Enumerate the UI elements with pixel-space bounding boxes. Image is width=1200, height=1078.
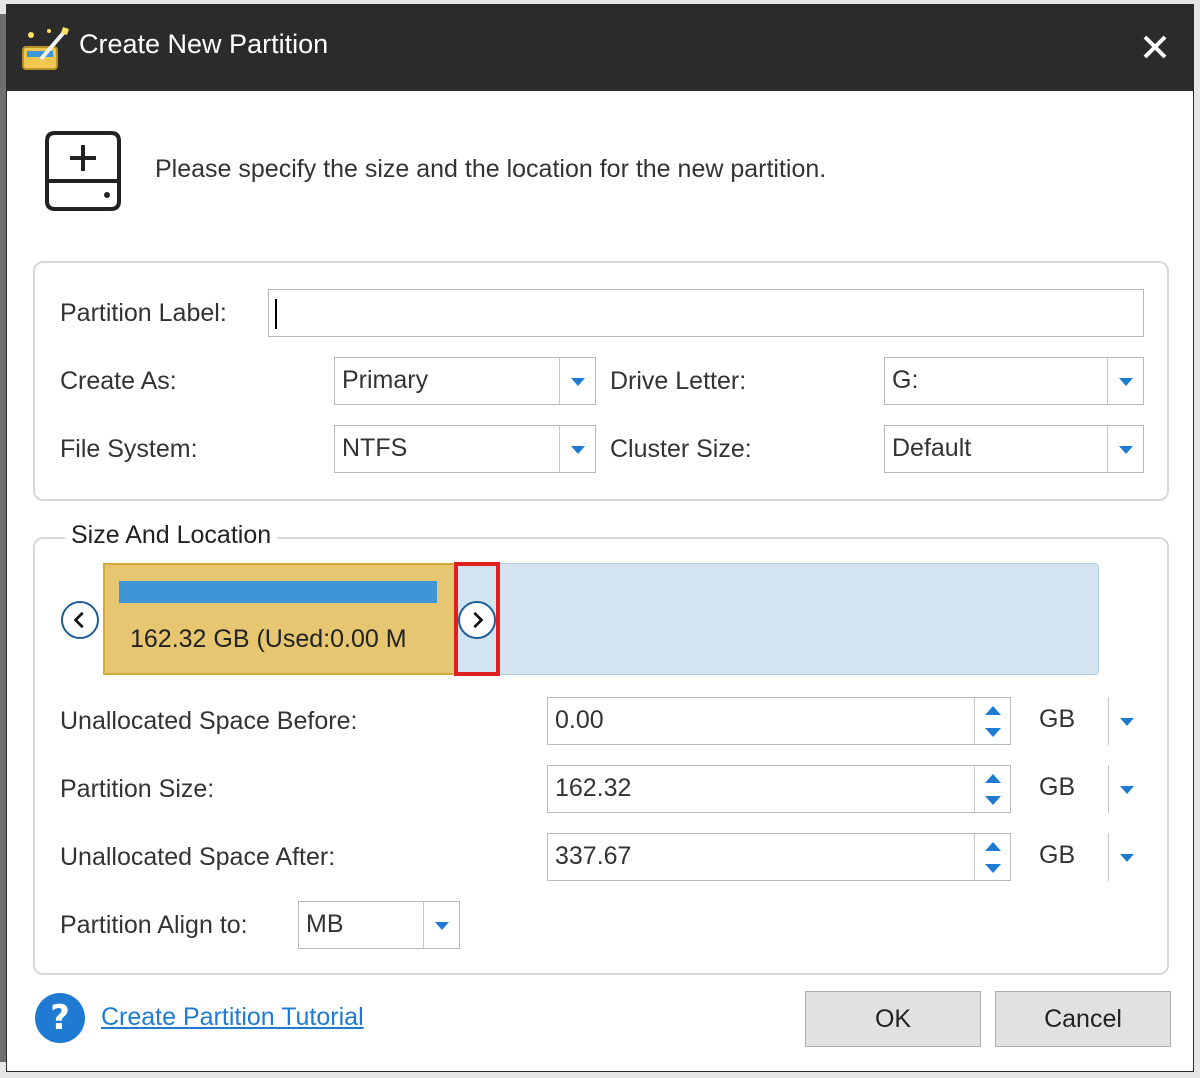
close-icon[interactable] [1131, 23, 1179, 71]
size-location-legend: Size And Location [65, 521, 278, 550]
unit-value: GB [1039, 841, 1076, 869]
chevron-down-icon [570, 446, 585, 454]
cancel-button[interactable]: Cancel [995, 991, 1171, 1047]
arrow-up-icon [984, 841, 1001, 851]
chevron-down-icon [570, 378, 585, 386]
partition-wizard-icon [22, 27, 69, 70]
chevron-down-icon [1118, 378, 1133, 386]
chevron-down-icon [1119, 718, 1134, 726]
arrow-down-icon [984, 727, 1001, 737]
unallocated-before-spinner [974, 698, 1010, 744]
drive-letter-select[interactable]: G: [884, 357, 1144, 405]
cluster-size-select[interactable]: Default [884, 425, 1144, 473]
create-as-select[interactable]: Primary [334, 357, 596, 405]
decrement-button[interactable] [975, 857, 1010, 880]
unit-value: GB [1039, 773, 1076, 801]
dialog-title: Create New Partition [79, 29, 329, 59]
unallocated-before-unit-select[interactable]: GB [1031, 697, 1144, 745]
text-caret [275, 299, 277, 329]
increment-button[interactable] [975, 698, 1010, 721]
chevron-down-icon [1119, 854, 1134, 862]
partition-label-input[interactable] [268, 289, 1144, 337]
chevron-down-icon [1118, 446, 1133, 454]
cluster-size-value: Default [892, 434, 972, 462]
ok-button[interactable]: OK [805, 991, 981, 1047]
chevron-right-icon[interactable] [458, 601, 496, 639]
partition-align-select[interactable]: MB [298, 901, 460, 949]
chevron-down-icon [434, 922, 449, 930]
file-system-caption: File System: [60, 435, 198, 463]
tutorial-link[interactable]: Create Partition Tutorial [101, 1003, 364, 1032]
unit-dropdown-button[interactable] [1108, 833, 1144, 881]
usage-bar [119, 581, 437, 603]
header-instruction: Please specify the size and the location… [155, 155, 827, 183]
unallocated-after-caption: Unallocated Space After: [60, 843, 336, 871]
arrow-down-icon [984, 863, 1001, 873]
partition-label-caption: Partition Label: [60, 299, 227, 327]
unallocated-before-value: 0.00 [555, 706, 604, 734]
decrement-button[interactable] [975, 721, 1010, 744]
partition-size-value: 162.32 [555, 774, 632, 802]
partition-align-value: MB [306, 910, 344, 938]
chevron-left-icon[interactable] [61, 601, 99, 639]
decrement-button[interactable] [975, 789, 1010, 812]
partition-block-text: 162.32 GB (Used:0.00 M [130, 625, 407, 653]
partition-size-unit-select[interactable]: GB [1031, 765, 1144, 813]
partition-size-caption: Partition Size: [60, 775, 215, 803]
drive-letter-value: G: [892, 366, 919, 394]
unallocated-before-caption: Unallocated Space Before: [60, 707, 358, 735]
cluster-size-caption: Cluster Size: [610, 435, 752, 463]
file-system-value: NTFS [342, 434, 408, 462]
create-as-caption: Create As: [60, 367, 177, 395]
partition-align-caption: Partition Align to: [60, 911, 248, 939]
partition-size-spinner [974, 766, 1010, 812]
create-as-value: Primary [342, 366, 429, 394]
partition-size-input[interactable]: 162.32 [547, 765, 1011, 813]
unallocated-after-input[interactable]: 337.67 [547, 833, 1011, 881]
file-system-dropdown-button[interactable] [559, 426, 595, 472]
increment-button[interactable] [975, 834, 1010, 857]
drive-letter-dropdown-button[interactable] [1107, 358, 1143, 404]
arrow-up-icon [984, 773, 1001, 783]
arrow-down-icon [984, 795, 1001, 805]
new-partition-block[interactable]: 162.32 GB (Used:0.00 M [103, 563, 457, 675]
unit-dropdown-button[interactable] [1108, 765, 1144, 813]
increment-button[interactable] [975, 766, 1010, 789]
add-disk-icon [45, 131, 121, 211]
partition-align-dropdown-button[interactable] [423, 902, 459, 948]
unallocated-after-spinner [974, 834, 1010, 880]
titlebar: Create New Partition [7, 5, 1193, 91]
file-system-select[interactable]: NTFS [334, 425, 596, 473]
arrow-up-icon [984, 705, 1001, 715]
chevron-down-icon [1119, 786, 1134, 794]
cluster-size-dropdown-button[interactable] [1107, 426, 1143, 472]
unit-dropdown-button[interactable] [1108, 697, 1144, 745]
help-icon[interactable]: ? [35, 993, 85, 1043]
unallocated-after-unit-select[interactable]: GB [1031, 833, 1144, 881]
unallocated-after-value: 337.67 [555, 842, 632, 870]
unit-value: GB [1039, 705, 1076, 733]
create-partition-dialog: Create New Partition Please specify the … [6, 4, 1194, 1072]
unallocated-before-input[interactable]: 0.00 [547, 697, 1011, 745]
create-as-dropdown-button[interactable] [559, 358, 595, 404]
drive-letter-caption: Drive Letter: [610, 367, 747, 395]
